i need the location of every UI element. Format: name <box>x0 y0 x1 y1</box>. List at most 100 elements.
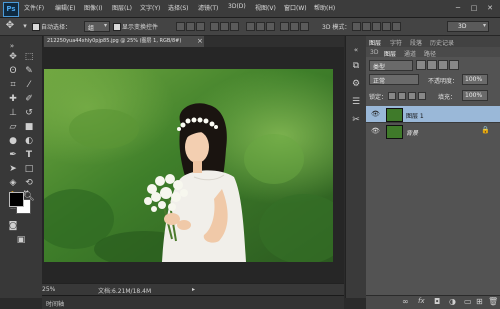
blur-tool-icon[interactable]: ● <box>6 135 20 147</box>
adjustments-panel-icon[interactable]: ⚙ <box>350 78 362 90</box>
tool-options-icon[interactable]: ✂ <box>350 114 362 126</box>
path-select-tool-icon[interactable]: ➤ <box>6 163 20 175</box>
fill-input[interactable]: 100% <box>462 90 488 101</box>
adjustment-layer-icon[interactable]: ◑ <box>449 297 456 306</box>
menu-file[interactable]: 文件(F) <box>24 3 44 12</box>
close-window-button[interactable]: ✕ <box>484 3 496 13</box>
swap-colors-icon[interactable]: ↔ <box>22 186 30 198</box>
align-center-icon[interactable] <box>220 22 229 31</box>
auto-select-checkbox[interactable] <box>32 23 40 31</box>
rectangle-tool-icon[interactable]: □ <box>22 163 36 175</box>
timeline-tab[interactable]: 时间轴 <box>46 299 64 308</box>
tab-layers[interactable]: 图层 <box>384 49 396 58</box>
minimize-button[interactable]: ─ <box>452 3 464 13</box>
menu-edit[interactable]: 编辑(E) <box>55 3 75 12</box>
filter-pixel-icon[interactable] <box>416 60 426 70</box>
eyedropper-tool-icon[interactable]: ⁄ <box>22 79 36 91</box>
screen-mode-icon[interactable]: ▣ <box>14 234 28 246</box>
brush-tool-icon[interactable]: ✐ <box>22 93 36 105</box>
3d-slide-icon[interactable] <box>382 22 391 31</box>
layer-name[interactable]: 图层 1 <box>406 111 424 120</box>
filter-shape-icon[interactable] <box>449 60 459 70</box>
move-tool-icon[interactable]: ✥ <box>6 51 20 63</box>
zoom-level[interactable]: 25% <box>42 286 55 293</box>
history-panel-icon[interactable]: ⧉ <box>350 60 362 72</box>
delete-layer-icon[interactable]: 🗑︎ <box>488 297 498 306</box>
distribute-center-icon[interactable] <box>290 22 299 31</box>
lasso-tool-icon[interactable]: ʘ <box>6 65 20 77</box>
show-transform-checkbox[interactable] <box>113 23 121 31</box>
tab-paragraph[interactable]: 段落 <box>410 38 422 47</box>
lock-position-icon[interactable] <box>408 92 416 100</box>
align-top-icon[interactable] <box>176 22 185 31</box>
visibility-eye-icon[interactable]: 👁︎ <box>371 127 380 135</box>
gradient-tool-icon[interactable]: ■ <box>22 121 36 133</box>
align-middle-icon[interactable] <box>186 22 195 31</box>
maximize-button[interactable]: □ <box>468 3 480 13</box>
link-layers-icon[interactable]: ∞ <box>402 297 409 306</box>
document-tab[interactable]: 212250yua44xhly0pjp85.jpg @ 25% (图层 1, R… <box>44 36 207 47</box>
menu-select[interactable]: 选择(S) <box>168 3 189 12</box>
history-brush-tool-icon[interactable]: ↺ <box>22 107 36 119</box>
menu-view[interactable]: 视图(V) <box>255 3 276 12</box>
align-right-icon[interactable] <box>230 22 239 31</box>
menu-3d[interactable]: 3D(D) <box>228 3 246 10</box>
lock-all-icon[interactable] <box>418 92 426 100</box>
opacity-input[interactable]: 100% <box>462 74 488 85</box>
type-tool-icon[interactable]: T <box>22 149 36 161</box>
menu-type[interactable]: 文字(Y) <box>140 3 160 12</box>
3d-rotate-icon[interactable] <box>352 22 361 31</box>
marquee-tool-icon[interactable]: ⬚ <box>22 51 36 63</box>
menu-filter[interactable]: 滤镜(T) <box>198 3 218 12</box>
tab-history[interactable]: 历史记录 <box>430 38 454 47</box>
distribute-top-icon[interactable] <box>246 22 255 31</box>
expand-panels-icon[interactable]: « <box>350 44 362 56</box>
eraser-tool-icon[interactable]: ▱ <box>6 121 20 133</box>
new-layer-icon[interactable]: ⊞ <box>476 297 483 306</box>
quick-mask-icon[interactable]: ◙ <box>6 220 20 232</box>
blend-mode-dropdown[interactable]: 正常 <box>369 74 419 85</box>
filter-adjustment-icon[interactable] <box>427 60 437 70</box>
layer-row-layer-1[interactable]: 👁︎ 图层 1 <box>366 106 500 122</box>
3d-scale-icon[interactable] <box>392 22 401 31</box>
filter-type-icon[interactable] <box>438 60 448 70</box>
add-mask-icon[interactable]: ◘ <box>434 297 440 306</box>
tab-channels[interactable]: 通道 <box>404 49 416 58</box>
tab-character[interactable]: 字符 <box>390 38 402 47</box>
align-bottom-icon[interactable] <box>196 22 205 31</box>
crop-tool-icon[interactable]: ⌗ <box>6 79 20 91</box>
menu-window[interactable]: 窗口(W) <box>284 3 307 12</box>
visibility-eye-icon[interactable]: 👁︎ <box>371 110 380 118</box>
tab-3d[interactable]: 3D <box>370 49 378 56</box>
lock-transparency-icon[interactable] <box>388 92 396 100</box>
menu-help[interactable]: 帮助(H) <box>314 3 335 12</box>
menu-image[interactable]: 图像(I) <box>84 3 102 12</box>
clone-stamp-tool-icon[interactable]: ⊥ <box>6 107 20 119</box>
3d-pan-icon[interactable] <box>372 22 381 31</box>
layer-style-icon[interactable]: fx <box>418 297 425 305</box>
close-tab-icon[interactable]: × <box>197 37 203 45</box>
properties-panel-icon[interactable]: ☰ <box>350 96 362 108</box>
quick-select-tool-icon[interactable]: ✎ <box>22 65 36 77</box>
3d-tool-icon[interactable]: ◈ <box>6 177 20 189</box>
move-tool-preset-icon[interactable]: ✥ <box>3 20 17 32</box>
layer-name[interactable]: 背景 <box>406 128 418 137</box>
workspace-dropdown[interactable]: 3D ▾ <box>447 21 489 32</box>
status-menu-arrow[interactable]: ▸ <box>192 286 195 293</box>
lock-pixels-icon[interactable] <box>398 92 406 100</box>
preset-dropdown-icon[interactable]: ▾ <box>18 20 32 32</box>
3d-roll-icon[interactable] <box>362 22 371 31</box>
auto-select-dropdown[interactable]: 组 ▾ <box>84 21 110 32</box>
menu-layer[interactable]: 图层(L) <box>112 3 132 12</box>
align-left-icon[interactable] <box>210 22 219 31</box>
document-canvas-photo[interactable] <box>44 69 333 262</box>
pen-tool-icon[interactable]: ✒ <box>6 149 20 161</box>
tab-layers-group[interactable]: 图层 <box>369 38 381 47</box>
distribute-middle-icon[interactable] <box>256 22 265 31</box>
new-group-icon[interactable]: ▭ <box>464 297 472 306</box>
layer-row-background[interactable]: 👁︎ 背景 🔒 <box>366 123 500 139</box>
dodge-tool-icon[interactable]: ◐ <box>22 135 36 147</box>
kind-filter-dropdown[interactable]: 类型 <box>369 60 413 71</box>
healing-brush-tool-icon[interactable]: ✚ <box>6 93 20 105</box>
distribute-left-icon[interactable] <box>280 22 289 31</box>
